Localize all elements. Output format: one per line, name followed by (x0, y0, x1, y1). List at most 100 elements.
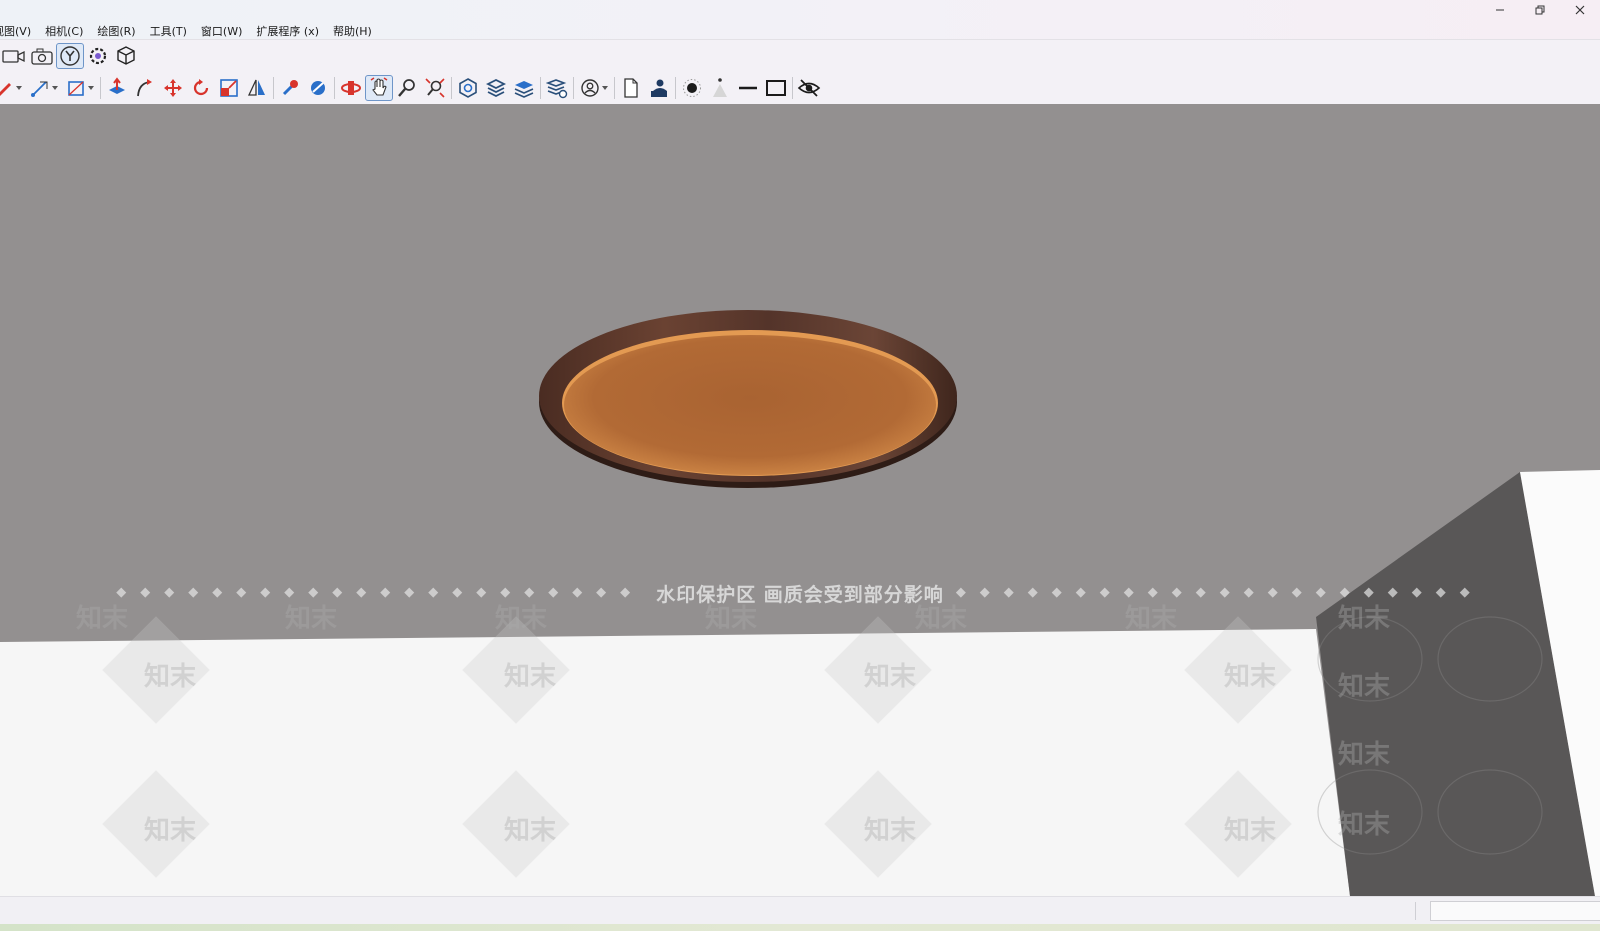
component-icon (459, 78, 477, 98)
square-button[interactable] (762, 75, 790, 101)
move-button[interactable] (159, 75, 187, 101)
toolbar-separator (675, 77, 676, 99)
menu-window[interactable]: 窗口(W) (200, 23, 243, 39)
box-export-icon (117, 46, 135, 65)
camera-icon (31, 48, 53, 65)
mirror-button[interactable] (243, 75, 271, 101)
menu-draw[interactable]: 绘图(R) (96, 23, 136, 39)
close-button[interactable] (1560, 0, 1600, 20)
ceiling-lamp (539, 310, 957, 488)
window-controls (1480, 0, 1600, 20)
follow-me-button[interactable] (131, 75, 159, 101)
line-tool-icon (31, 81, 48, 97)
status-bar (0, 896, 1600, 924)
zoom-button[interactable] (393, 75, 421, 101)
rectangle-tool-button[interactable] (62, 75, 98, 101)
orbit-icon (341, 81, 361, 95)
menu-extensions[interactable]: 扩展程序 (x) (255, 23, 320, 39)
paint-button[interactable] (276, 75, 304, 101)
toolbar-separator (273, 77, 274, 99)
restore-icon (1535, 5, 1545, 15)
line-tool-button[interactable] (26, 75, 62, 101)
toolbar-separator (451, 77, 452, 99)
watermark-banner: ◆◆◆◆◆◆◆◆◆◆◆◆◆◆◆◆◆◆◆◆◆◆ 水印保护区 画质会受到部分影响 ◆… (0, 580, 1600, 606)
menu-camera[interactable]: 相机(C) (44, 23, 84, 39)
user-circle-icon (581, 79, 599, 97)
paint-icon (282, 80, 298, 96)
restore-button[interactable] (1520, 0, 1560, 20)
layers-icon (485, 78, 507, 98)
document-icon (624, 78, 638, 98)
person-icon (651, 79, 667, 97)
rotate-icon (193, 79, 209, 96)
menu-view[interactable]: 视图(V) (0, 23, 32, 39)
menu-tools[interactable]: 工具(T) (149, 23, 188, 39)
pencil-icon (0, 83, 11, 96)
toolbar-separator (334, 77, 335, 99)
line-icon (739, 86, 757, 90)
watermark-dots-right: ◆◆◆◆◆◆◆◆◆◆◆◆◆◆◆◆◆◆◆◆◆◆ (955, 585, 1484, 600)
measurements-input[interactable] (1430, 901, 1600, 921)
push-pull-button[interactable] (103, 75, 131, 101)
scale-icon (220, 79, 238, 97)
layers-settings-icon (546, 79, 568, 99)
square-icon (766, 80, 786, 96)
toolbar-views (0, 41, 140, 71)
minimize-button[interactable] (1480, 0, 1520, 20)
shadow-button[interactable] (706, 75, 734, 101)
line-style-button[interactable] (734, 75, 762, 101)
layers-button[interactable] (482, 75, 510, 101)
minimize-icon (1496, 9, 1504, 11)
shadow-icon (713, 78, 727, 97)
sun-icon (683, 79, 701, 97)
rotate-button[interactable] (187, 75, 215, 101)
toolbar-separator (100, 77, 101, 99)
rectangle-tool-icon (68, 81, 84, 96)
pan-button[interactable] (365, 75, 393, 101)
y-axis-view-button[interactable] (56, 43, 84, 69)
camera-button[interactable] (28, 43, 56, 69)
watermark-banner-text: 水印保护区 画质会受到部分影响 (656, 583, 944, 606)
follow-me-icon (137, 79, 152, 97)
video-camera-button[interactable] (0, 43, 28, 69)
video-camera-icon (2, 50, 25, 63)
pencil-tool-button[interactable] (0, 75, 26, 101)
toolbar-main (0, 73, 823, 103)
hidden-geometry-button[interactable] (795, 75, 823, 101)
title-bar: 视图(V) 相机(C) 绘图(R) 工具(T) 窗口(W) 扩展程序 (x) 帮… (0, 0, 1600, 40)
y-axis-view-icon (60, 46, 80, 66)
zoom-extents-icon (425, 78, 445, 98)
scene-render (0, 104, 1600, 896)
toolbar-separator (614, 77, 615, 99)
layers-settings-button[interactable] (543, 75, 571, 101)
orbit-button[interactable] (337, 75, 365, 101)
menu-bar: 视图(V) 相机(C) 绘图(R) 工具(T) 窗口(W) 扩展程序 (x) 帮… (0, 22, 385, 39)
3d-viewport[interactable]: ◆◆◆◆◆◆◆◆◆◆◆◆◆◆◆◆◆◆◆◆◆◆ 水印保护区 画质会受到部分影响 ◆… (0, 104, 1600, 896)
layers-stack-button[interactable] (510, 75, 538, 101)
component-gear-icon (89, 47, 107, 65)
toolbar-separator (540, 77, 541, 99)
material-icon (311, 81, 325, 95)
menu-help[interactable]: 帮助(H) (332, 23, 373, 39)
component-gear-button[interactable] (84, 43, 112, 69)
mirror-icon (247, 79, 265, 96)
status-divider (1415, 902, 1416, 920)
material-button[interactable] (304, 75, 332, 101)
box-export-button[interactable] (112, 43, 140, 69)
layers-stack-icon (514, 81, 534, 98)
watermark-dots-left: ◆◆◆◆◆◆◆◆◆◆◆◆◆◆◆◆◆◆◆◆◆◆ (116, 585, 645, 600)
zoom-icon (398, 79, 415, 97)
user-circle-button[interactable] (576, 75, 612, 101)
sun-button[interactable] (678, 75, 706, 101)
component-button[interactable] (454, 75, 482, 101)
document-button[interactable] (617, 75, 645, 101)
toolbar-separator (573, 77, 574, 99)
toolbar-separator (792, 77, 793, 99)
push-pull-icon (109, 77, 125, 94)
scale-button[interactable] (215, 75, 243, 101)
move-icon (164, 79, 182, 97)
zoom-extents-button[interactable] (421, 75, 449, 101)
taskbar-strip (0, 924, 1600, 931)
person-button[interactable] (645, 75, 673, 101)
close-icon (1575, 5, 1585, 15)
